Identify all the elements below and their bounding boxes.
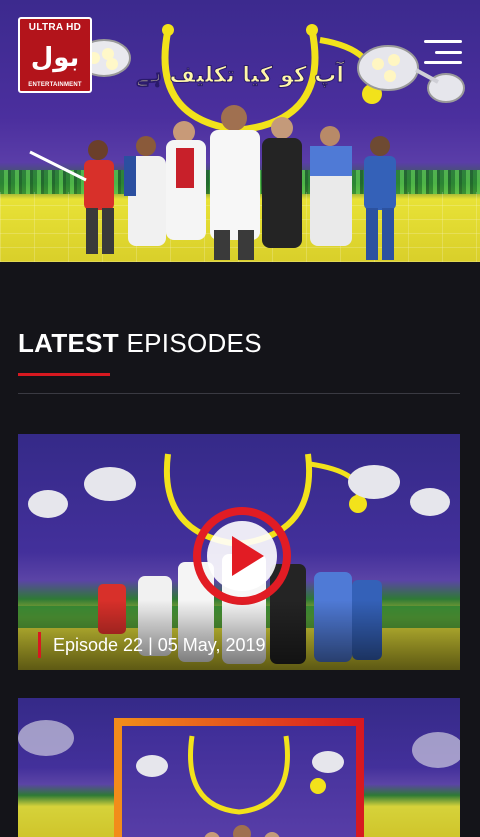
hamburger-menu-icon[interactable] bbox=[424, 40, 462, 64]
caption-accent-bar bbox=[38, 632, 41, 658]
section-divider bbox=[18, 393, 460, 394]
play-icon[interactable] bbox=[190, 504, 294, 608]
menu-line bbox=[435, 50, 462, 54]
menu-line bbox=[424, 40, 462, 43]
section-title: LATEST EPISODES bbox=[18, 328, 262, 359]
episode-card[interactable]: Episode 22 | 05 May, 2019 bbox=[18, 434, 460, 670]
section-title-bold: LATEST bbox=[18, 328, 119, 358]
episode-thumbnail bbox=[136, 735, 344, 837]
logo-top-label: ULTRA HD bbox=[28, 22, 82, 33]
title-underline bbox=[18, 373, 110, 376]
episode-caption: Episode 22 | 05 May, 2019 bbox=[38, 632, 265, 658]
logo-bottom-label: ENTERTAINMENT bbox=[28, 82, 82, 88]
hero-banner: آپ کو کیا تکلیف ہے ULTRA HD بول ENTERTAI… bbox=[0, 0, 480, 262]
channel-logo[interactable]: ULTRA HD بول ENTERTAINMENT bbox=[18, 17, 92, 93]
section-title-light: EPISODES bbox=[118, 328, 262, 358]
episode-thumbnail-frame bbox=[114, 718, 364, 837]
logo-mark: بول bbox=[30, 42, 80, 73]
episode-card[interactable] bbox=[18, 698, 460, 837]
menu-line bbox=[424, 61, 462, 64]
episode-caption-text: Episode 22 | 05 May, 2019 bbox=[53, 634, 266, 655]
